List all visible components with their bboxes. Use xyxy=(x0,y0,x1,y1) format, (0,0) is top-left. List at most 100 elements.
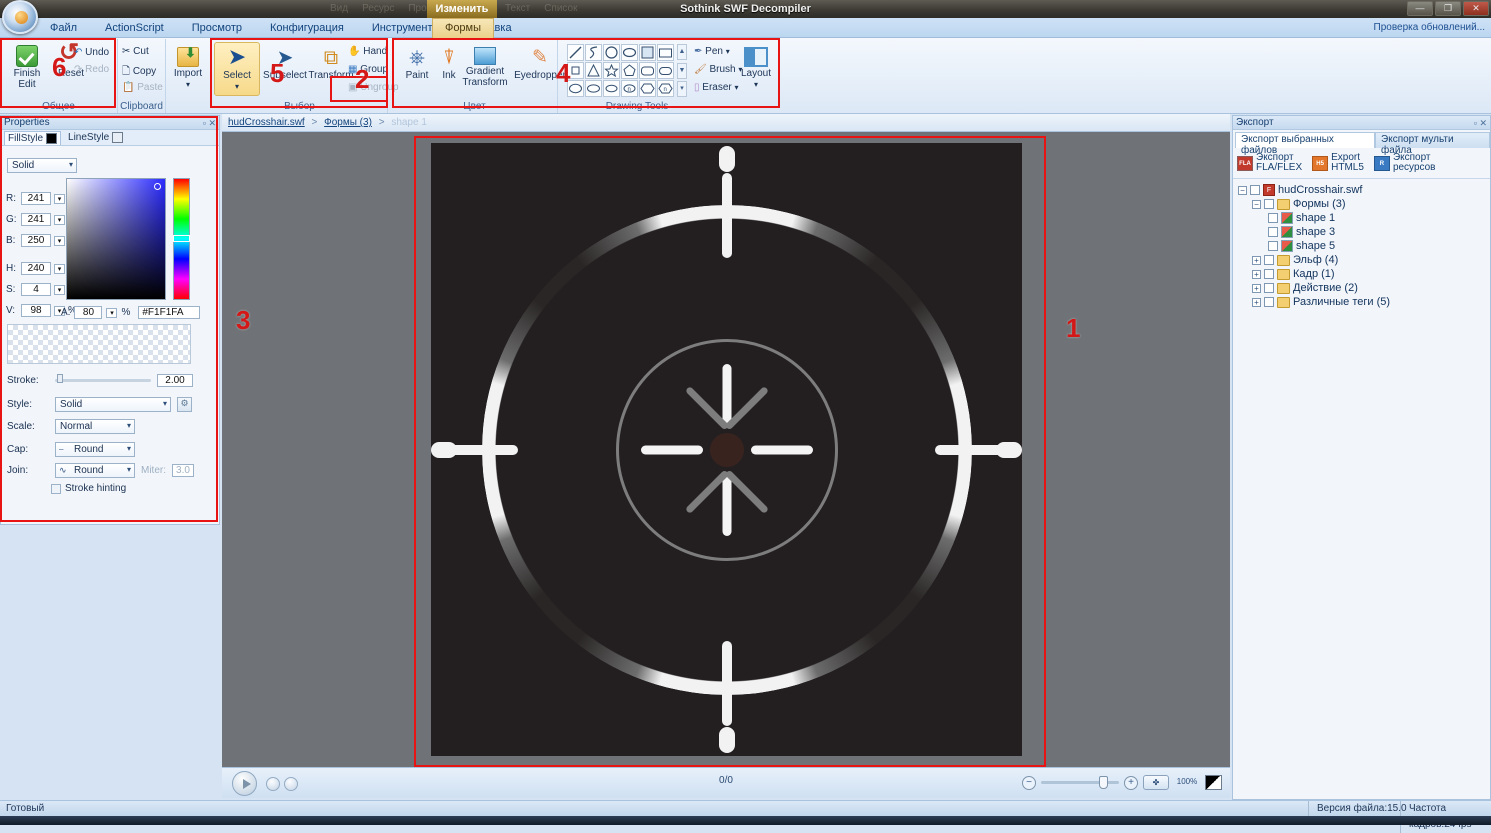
channel-s-value[interactable]: 4 xyxy=(21,283,51,296)
menu-item-file[interactable]: Файл xyxy=(36,18,91,38)
tab-forms[interactable]: Формы xyxy=(432,18,494,38)
shape-oval-n[interactable]: n xyxy=(621,80,638,97)
channel-b-value[interactable]: 250 xyxy=(21,234,51,247)
channel-v-value[interactable]: 98 xyxy=(21,304,51,317)
app-orb-icon[interactable] xyxy=(2,0,38,34)
breadcrumb-item-0[interactable]: hudCrosshair.swf xyxy=(228,117,305,128)
alpha-spinner[interactable]: ▾ xyxy=(106,307,118,318)
stroke-hinting-checkbox[interactable] xyxy=(51,483,61,494)
tree-checkbox-misc[interactable] xyxy=(1264,297,1274,307)
fit-to-window-button[interactable]: ✤ xyxy=(1143,775,1169,790)
breadcrumb-item-2[interactable]: shape 1 xyxy=(391,117,427,128)
shape-star[interactable] xyxy=(603,62,620,79)
tab-export-selected[interactable]: Экспорт выбранных файлов xyxy=(1235,132,1376,156)
shape-pentagon[interactable] xyxy=(621,62,638,79)
shape-gallery-scroll[interactable]: ▲ ▼ ▾ xyxy=(677,44,687,97)
shape-roundrect[interactable] xyxy=(639,62,656,79)
select-tool-button[interactable]: ➤ Select ▾ xyxy=(214,42,260,96)
menu-item-configuration[interactable]: Конфигурация xyxy=(256,18,358,38)
tree-checkbox-shape3[interactable] xyxy=(1268,227,1278,237)
scale-select[interactable]: Normal xyxy=(55,419,135,434)
zoom-slider-handle[interactable] xyxy=(1099,776,1108,789)
tree-row-shape5[interactable]: shape 5 xyxy=(1238,239,1490,253)
channel-r-value[interactable]: 241 xyxy=(21,192,51,205)
shape-triangle[interactable] xyxy=(585,62,602,79)
tree-checkbox-shape1[interactable] xyxy=(1268,213,1278,223)
gallery-expand-icon[interactable]: ▾ xyxy=(677,81,687,97)
channel-h-spinner[interactable]: ▾ xyxy=(54,263,65,274)
tree-row-frame[interactable]: + Кадр (1) xyxy=(1238,267,1490,281)
tree-row-shape3[interactable]: shape 3 xyxy=(1238,225,1490,239)
shape-curve[interactable] xyxy=(585,44,602,61)
gradient-transform-button[interactable]: Gradient Transform xyxy=(454,45,516,88)
import-caret-icon[interactable]: ▾ xyxy=(166,79,210,90)
expander-icon-forms[interactable]: − xyxy=(1252,199,1261,209)
channel-h-value[interactable]: 240 xyxy=(21,262,51,275)
shape-gallery[interactable]: n n xyxy=(567,44,674,97)
cap-select[interactable]: ⎯ Round xyxy=(55,442,135,457)
shape-circle[interactable] xyxy=(603,44,620,61)
properties-panel-buttons[interactable]: ▫ ✕ xyxy=(203,116,216,130)
menu-item-actionscript[interactable]: ActionScript xyxy=(91,18,178,38)
stroke-value[interactable]: 2.00 xyxy=(157,374,193,387)
cut-button[interactable]: ✂ Cut xyxy=(122,46,149,57)
import-button[interactable]: ⬇ Import ▾ xyxy=(166,45,210,90)
check-updates-link[interactable]: Проверка обновлений... xyxy=(1374,18,1485,38)
export-fla-button[interactable]: FLA Экспорт FLA/FLEX xyxy=(1237,153,1302,173)
tree-checkbox-forms[interactable] xyxy=(1264,199,1274,209)
join-select[interactable]: ∿ Round xyxy=(55,463,135,478)
fillstyle-swatch[interactable] xyxy=(46,132,58,144)
breadcrumb-item-1[interactable]: Формы (3) xyxy=(324,117,372,128)
shape-rect[interactable] xyxy=(657,44,674,61)
tree-row-misc[interactable]: + Различные теги (5) xyxy=(1238,295,1490,309)
shape-roundrect-2[interactable] xyxy=(657,62,674,79)
hue-strip-handle[interactable] xyxy=(173,235,190,242)
select-caret-icon[interactable]: ▾ xyxy=(215,81,259,92)
layout-button[interactable]: Layout ▾ xyxy=(732,45,780,90)
export-tree[interactable]: − F hudCrosshair.swf − Формы (3) shape 1… xyxy=(1233,179,1490,309)
layout-caret-icon[interactable]: ▾ xyxy=(732,79,780,90)
tab-edit[interactable]: Изменить xyxy=(427,0,497,18)
expander-icon-misc[interactable]: + xyxy=(1252,297,1261,307)
minimize-button[interactable]: — xyxy=(1407,1,1433,16)
zoom-level-label[interactable]: 100% xyxy=(1174,775,1200,790)
shape-oval-3[interactable] xyxy=(603,80,620,97)
expander-icon-action[interactable]: + xyxy=(1252,283,1261,293)
gallery-scroll-down-icon[interactable]: ▼ xyxy=(677,62,687,79)
gallery-scroll-up-icon[interactable]: ▲ xyxy=(677,44,687,60)
tree-row-elf[interactable]: + Эльф (4) xyxy=(1238,253,1490,267)
export-html5-button[interactable]: H5 Export HTML5 xyxy=(1312,153,1364,173)
channel-r-spinner[interactable]: ▾ xyxy=(54,193,65,204)
tree-row-forms[interactable]: − Формы (3) xyxy=(1238,197,1490,211)
tree-checkbox-action[interactable] xyxy=(1264,283,1274,293)
hex-color-field[interactable]: #F1F1FA xyxy=(138,306,201,319)
export-panel-buttons[interactable]: ▫ ✕ xyxy=(1474,116,1487,130)
channel-s-spinner[interactable]: ▾ xyxy=(54,284,65,295)
shape-square-filled[interactable] xyxy=(639,44,656,61)
expander-icon-elf[interactable]: + xyxy=(1252,255,1261,265)
hand-tool-button[interactable]: ✋ Hand xyxy=(348,46,387,57)
tree-row-shape1[interactable]: shape 1 xyxy=(1238,211,1490,225)
tree-checkbox-swf[interactable] xyxy=(1250,185,1260,195)
saturation-value-picker[interactable] xyxy=(66,178,166,300)
finish-edit-button[interactable]: Finish Edit xyxy=(4,43,50,90)
linestyle-swatch[interactable] xyxy=(112,132,124,143)
pen-tool-button[interactable]: ✒ Pen ▾ xyxy=(694,46,730,57)
sv-picker-handle[interactable] xyxy=(154,183,161,190)
tab-linestyle[interactable]: LineStyle xyxy=(65,131,126,144)
export-resources-button[interactable]: R Экспорт ресурсов xyxy=(1373,153,1436,173)
pen-caret-icon[interactable]: ▾ xyxy=(726,47,730,56)
canvas-area[interactable] xyxy=(222,132,1230,767)
style-options-gear-icon[interactable]: ⚙ xyxy=(177,397,192,412)
shape-ellipse[interactable] xyxy=(621,44,638,61)
fill-type-select[interactable]: Solid xyxy=(7,158,77,173)
tree-row-swf[interactable]: − F hudCrosshair.swf xyxy=(1238,183,1490,197)
stroke-slider-handle[interactable] xyxy=(57,374,63,383)
tree-checkbox-frame[interactable] xyxy=(1264,269,1274,279)
channel-g-spinner[interactable]: ▾ xyxy=(54,214,65,225)
channel-b-spinner[interactable]: ▾ xyxy=(54,235,65,246)
zoom-slider[interactable] xyxy=(1041,776,1119,789)
zoom-out-button[interactable]: − xyxy=(1022,775,1036,790)
close-button[interactable]: ✕ xyxy=(1463,1,1489,16)
expander-icon-swf[interactable]: − xyxy=(1238,185,1247,195)
